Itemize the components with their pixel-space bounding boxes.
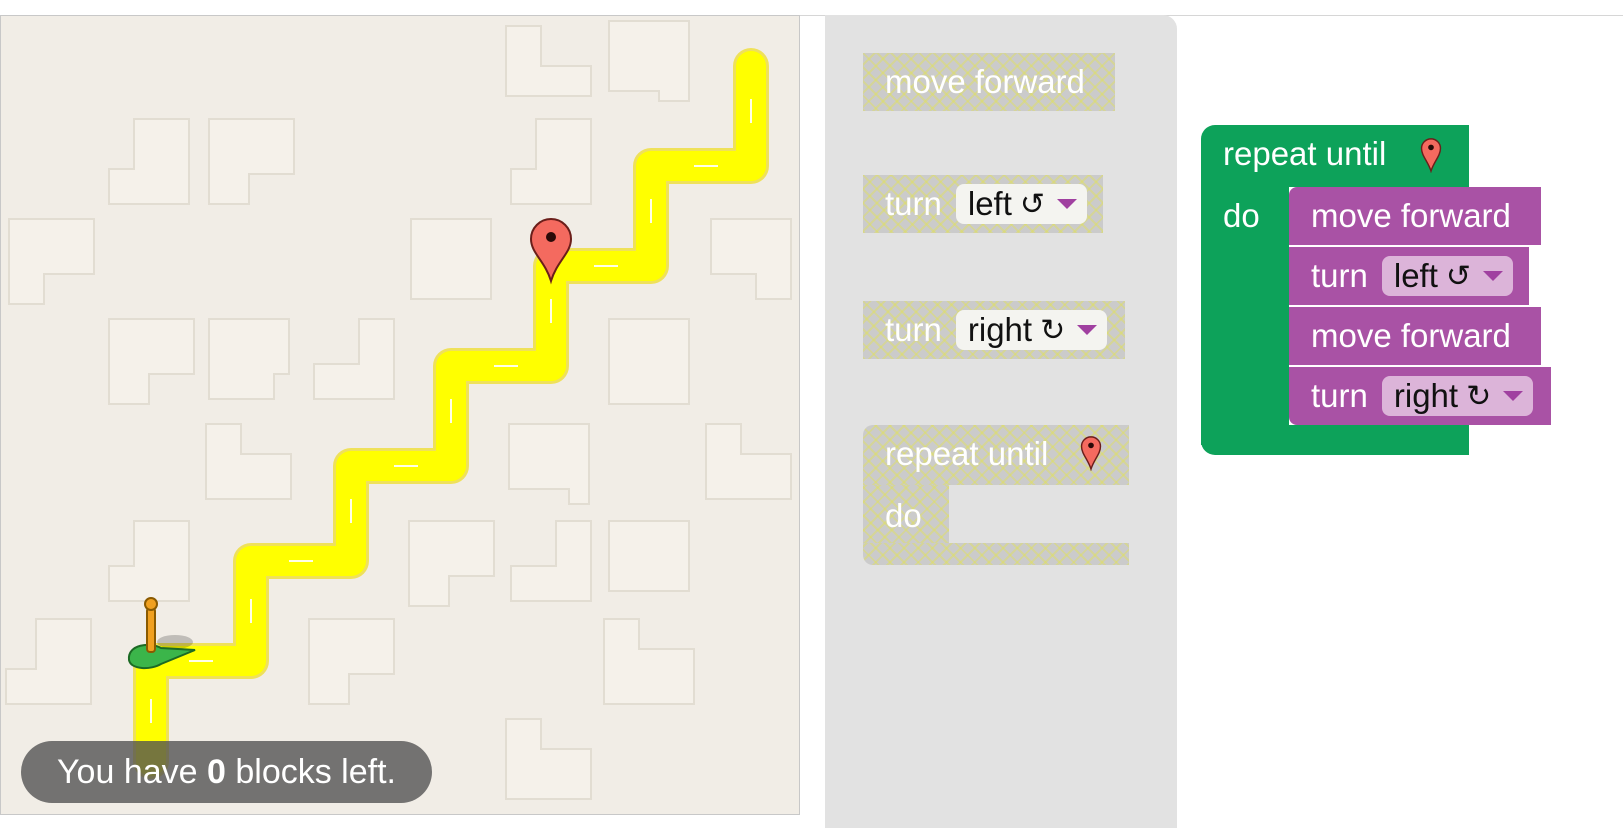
- chevron-down-icon: [1077, 325, 1098, 335]
- building: [208, 118, 295, 205]
- building: [508, 423, 590, 505]
- program-move-forward-block[interactable]: move forward: [1289, 307, 1541, 365]
- toolbox-turn-left-block[interactable]: turn left ↺: [863, 175, 1103, 233]
- maze-canvas: [5, 20, 792, 800]
- building: [108, 318, 195, 405]
- direction-value: right: [1393, 377, 1459, 414]
- direction-dropdown[interactable]: left ↺: [1381, 256, 1514, 296]
- blocks-left-status: You have 0 blocks left.: [21, 741, 432, 803]
- workspace[interactable]: repeat until do move forward turn left ↺…: [1177, 15, 1623, 828]
- map-marker-icon: [1420, 138, 1442, 173]
- building: [705, 423, 792, 500]
- building: [8, 218, 95, 305]
- direction-value: left: [967, 185, 1012, 222]
- do-label: do: [885, 497, 922, 534]
- building: [108, 520, 190, 602]
- toolbox-repeat-until-block[interactable]: repeat until do: [863, 425, 1129, 565]
- chevron-down-icon: [1057, 199, 1078, 209]
- building: [205, 423, 292, 500]
- direction-dropdown[interactable]: right ↻: [955, 310, 1108, 350]
- building: [603, 618, 695, 705]
- building: [608, 520, 690, 592]
- program-repeat-until-block[interactable]: repeat until do move forward turn left ↺…: [1201, 125, 1551, 467]
- building: [5, 618, 92, 705]
- move-forward-label: move forward: [1311, 197, 1511, 234]
- building: [510, 520, 592, 602]
- turn-label: turn: [1311, 257, 1368, 294]
- turn-label: turn: [885, 185, 942, 222]
- toolbox-flyout: move forward turn left ↺ turn right ↻ re…: [825, 15, 1177, 828]
- repeat-until-label: repeat until: [1223, 135, 1387, 172]
- chevron-down-icon: [1483, 271, 1504, 281]
- building: [410, 218, 492, 300]
- rotate-right-icon: ↻: [1466, 379, 1492, 413]
- map-marker-icon: [1080, 436, 1102, 471]
- rotate-left-icon: ↺: [1019, 187, 1046, 221]
- program-turn-left-block[interactable]: turn left ↺: [1289, 247, 1529, 305]
- move-forward-label: move forward: [1311, 317, 1511, 354]
- building: [308, 618, 395, 705]
- direction-value: left: [1393, 257, 1438, 294]
- building: [608, 20, 690, 102]
- building: [710, 218, 792, 300]
- toolbox-move-forward-block[interactable]: move forward: [863, 53, 1115, 111]
- building: [505, 718, 592, 800]
- direction-value: right: [967, 311, 1033, 348]
- status-prefix: You have: [57, 753, 207, 791]
- repeat-until-label: repeat until: [885, 435, 1049, 472]
- move-forward-label: move forward: [885, 63, 1085, 100]
- building: [408, 520, 495, 607]
- maze-board: You have 0 blocks left.: [0, 15, 800, 815]
- program-turn-right-block[interactable]: turn right ↻: [1289, 367, 1551, 425]
- program-move-forward-block[interactable]: move forward: [1289, 187, 1541, 245]
- do-label: do: [1223, 197, 1260, 234]
- toolbox-turn-right-block[interactable]: turn right ↻: [863, 301, 1125, 359]
- direction-dropdown[interactable]: right ↻: [1381, 376, 1534, 416]
- rotate-right-icon: ↻: [1040, 313, 1066, 347]
- turn-label: turn: [1311, 377, 1368, 414]
- blocks-left-count: 0: [207, 753, 226, 791]
- building: [505, 25, 592, 97]
- chevron-down-icon: [1503, 391, 1524, 401]
- status-suffix: blocks left.: [225, 753, 396, 791]
- turn-label: turn: [885, 311, 942, 348]
- rotate-left-icon: ↺: [1445, 259, 1472, 293]
- direction-dropdown[interactable]: left ↺: [955, 184, 1088, 224]
- building: [608, 318, 690, 405]
- building: [208, 318, 290, 400]
- building: [108, 118, 190, 205]
- building: [510, 118, 592, 205]
- building: [313, 318, 395, 400]
